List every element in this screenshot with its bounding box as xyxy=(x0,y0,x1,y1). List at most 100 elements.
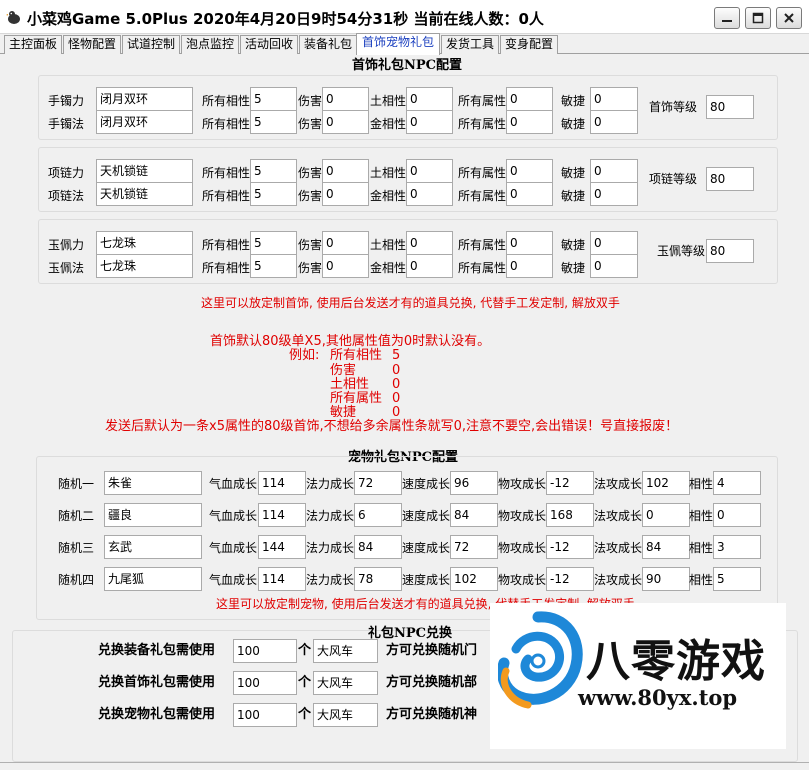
hp-growth-input[interactable]: 144 xyxy=(258,535,306,559)
speed-growth-label: 速度成长 xyxy=(402,477,451,491)
hp-growth-label: 气血成长 xyxy=(209,573,258,587)
damage-input[interactable]: 0 xyxy=(322,110,369,134)
item-name-input[interactable]: 天机锁链 xyxy=(96,159,193,183)
level-input[interactable]: 80 xyxy=(706,95,754,119)
phys-attack-growth-input[interactable]: 168 xyxy=(546,503,594,527)
tab-bubble-monitor[interactable]: 泡点监控 xyxy=(181,35,239,54)
example-attr-value: 0 xyxy=(392,391,401,406)
agility-input[interactable]: 0 xyxy=(590,159,638,183)
agility-input[interactable]: 0 xyxy=(590,110,638,134)
phase-input[interactable]: 0 xyxy=(406,87,453,111)
agility-input[interactable]: 0 xyxy=(590,254,638,278)
all-attr-input[interactable]: 0 xyxy=(506,159,553,183)
maximize-button[interactable] xyxy=(745,7,771,29)
phys-attack-growth-input[interactable]: -12 xyxy=(546,535,594,559)
tab-trial-control[interactable]: 试道控制 xyxy=(122,35,180,54)
item-name-input[interactable]: 闭月双环 xyxy=(96,87,193,111)
tab-transform-config[interactable]: 变身配置 xyxy=(500,35,558,54)
all-phase-input[interactable]: 5 xyxy=(250,231,297,255)
hp-growth-input[interactable]: 114 xyxy=(258,567,306,591)
phase-input[interactable]: 0 xyxy=(406,159,453,183)
all-attr-input[interactable]: 0 xyxy=(506,110,553,134)
all-attr-label: 所有属性 xyxy=(458,189,507,203)
all-attr-input[interactable]: 0 xyxy=(506,254,553,278)
tab-shipping-tool[interactable]: 发货工具 xyxy=(441,35,499,54)
agility-input[interactable]: 0 xyxy=(590,182,638,206)
mp-growth-input[interactable]: 6 xyxy=(354,503,402,527)
speed-growth-input[interactable]: 102 xyxy=(450,567,498,591)
item-name-input[interactable]: 七龙珠 xyxy=(96,254,193,278)
pet-phase-input[interactable]: 3 xyxy=(713,535,761,559)
damage-input[interactable]: 0 xyxy=(322,87,369,111)
phase-input[interactable]: 0 xyxy=(406,231,453,255)
level-input[interactable]: 80 xyxy=(706,167,754,191)
damage-input[interactable]: 0 xyxy=(322,182,369,206)
all-phase-input[interactable]: 5 xyxy=(250,110,297,134)
phys-attack-growth-input[interactable]: -12 xyxy=(546,471,594,495)
pet-name-input[interactable]: 九尾狐 xyxy=(104,567,202,591)
magic-attack-growth-input[interactable]: 90 xyxy=(642,567,690,591)
pet-phase-input[interactable]: 0 xyxy=(713,503,761,527)
speed-growth-input[interactable]: 96 xyxy=(450,471,498,495)
hp-growth-input[interactable]: 114 xyxy=(258,471,306,495)
all-phase-input[interactable]: 5 xyxy=(250,159,297,183)
damage-input[interactable]: 0 xyxy=(322,231,369,255)
magic-attack-growth-input[interactable]: 102 xyxy=(642,471,690,495)
phys-attack-growth-input[interactable]: -12 xyxy=(546,567,594,591)
exchange-item-input[interactable]: 大风车 xyxy=(313,671,378,695)
pet-name-input[interactable]: 疆良 xyxy=(104,503,202,527)
pet-phase-input[interactable]: 5 xyxy=(713,567,761,591)
minimize-button[interactable] xyxy=(714,7,740,29)
all-attr-input[interactable]: 0 xyxy=(506,87,553,111)
all-phase-input[interactable]: 5 xyxy=(250,254,297,278)
all-phase-label: 所有相性 xyxy=(202,166,251,180)
phase-input[interactable]: 0 xyxy=(406,254,453,278)
speed-growth-input[interactable]: 84 xyxy=(450,503,498,527)
unit-label: 个 xyxy=(298,707,312,722)
exchange-count-input[interactable]: 100 xyxy=(233,671,297,695)
close-button[interactable] xyxy=(776,7,802,29)
magic-attack-growth-input[interactable]: 84 xyxy=(642,535,690,559)
exchange-count-input[interactable]: 100 xyxy=(233,639,297,663)
all-phase-input[interactable]: 5 xyxy=(250,182,297,206)
all-phase-input[interactable]: 5 xyxy=(250,87,297,111)
item-name-input[interactable]: 天机锁链 xyxy=(96,182,193,206)
agility-input[interactable]: 0 xyxy=(590,231,638,255)
exchange-row-label: 兑换宠物礼包需使用 xyxy=(98,707,216,722)
phase-input[interactable]: 0 xyxy=(406,182,453,206)
jewelry-default-note: 首饰默认80级单X5,其他属性值为0时默认没有。 xyxy=(210,334,491,349)
level-input[interactable]: 80 xyxy=(706,239,754,263)
damage-input[interactable]: 0 xyxy=(322,254,369,278)
speed-growth-input[interactable]: 72 xyxy=(450,535,498,559)
magic-attack-growth-input[interactable]: 0 xyxy=(642,503,690,527)
all-attr-input[interactable]: 0 xyxy=(506,182,553,206)
pet-name-input[interactable]: 朱雀 xyxy=(104,471,202,495)
mp-growth-input[interactable]: 72 xyxy=(354,471,402,495)
tab-monster-config[interactable]: 怪物配置 xyxy=(63,35,121,54)
example-attr-value: 5 xyxy=(392,348,401,363)
pet-phase-input[interactable]: 4 xyxy=(713,471,761,495)
all-phase-label: 所有相性 xyxy=(202,238,251,252)
example-attr-value: 0 xyxy=(392,363,401,378)
item-name-input[interactable]: 闭月双环 xyxy=(96,110,193,134)
phys-attack-growth-label: 物攻成长 xyxy=(498,573,547,587)
phase-label: 土相性 xyxy=(370,166,407,180)
exchange-item-input[interactable]: 大风车 xyxy=(313,639,378,663)
mp-growth-input[interactable]: 78 xyxy=(354,567,402,591)
agility-label: 敏捷 xyxy=(561,94,586,108)
damage-input[interactable]: 0 xyxy=(322,159,369,183)
tab-main-panel[interactable]: 主控面板 xyxy=(4,35,62,54)
all-attr-input[interactable]: 0 xyxy=(506,231,553,255)
hp-growth-input[interactable]: 114 xyxy=(258,503,306,527)
damage-label: 伤害 xyxy=(298,238,323,252)
item-name-input[interactable]: 七龙珠 xyxy=(96,231,193,255)
pet-name-input[interactable]: 玄武 xyxy=(104,535,202,559)
phase-input[interactable]: 0 xyxy=(406,110,453,134)
tab-jewelry-pet-pack[interactable]: 首饰宠物礼包 xyxy=(356,33,440,55)
mp-growth-input[interactable]: 84 xyxy=(354,535,402,559)
agility-input[interactable]: 0 xyxy=(590,87,638,111)
tab-equipment-pack[interactable]: 装备礼包 xyxy=(299,35,357,54)
tab-event-recycle[interactable]: 活动回收 xyxy=(240,35,298,54)
exchange-item-input[interactable]: 大风车 xyxy=(313,703,378,727)
exchange-count-input[interactable]: 100 xyxy=(233,703,297,727)
